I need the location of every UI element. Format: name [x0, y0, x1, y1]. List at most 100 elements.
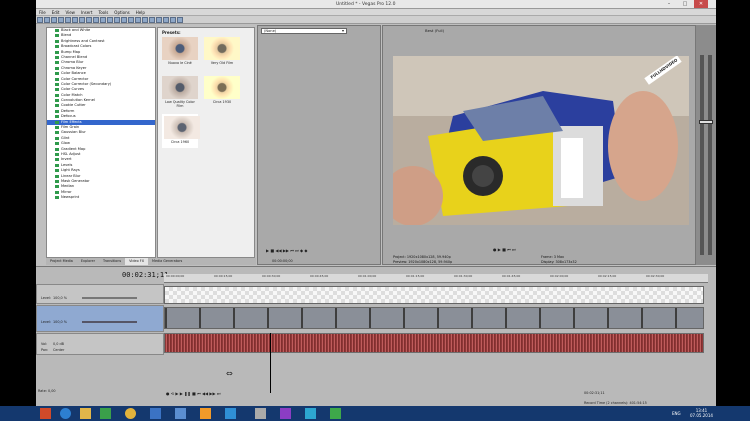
word-icon[interactable]	[150, 408, 161, 419]
redo-icon[interactable]	[107, 17, 113, 23]
vegas-icon[interactable]	[330, 408, 341, 419]
start-icon[interactable]	[40, 408, 51, 419]
ruler-tick-label: 00:01:00;00	[358, 274, 377, 278]
eye-thumbnail-image	[204, 76, 240, 99]
ignore-grouping-icon[interactable]	[135, 17, 141, 23]
render-icon[interactable]	[65, 17, 71, 23]
save-icon[interactable]	[51, 17, 57, 23]
audio-waveform-lane[interactable]	[164, 333, 704, 353]
app-icon[interactable]	[305, 408, 316, 419]
new-icon[interactable]	[37, 17, 43, 23]
video-fx-list[interactable]: Black and White Blend Brightness and Contr…	[46, 27, 156, 258]
whats-this-icon[interactable]	[177, 17, 183, 23]
skype-icon[interactable]	[225, 408, 236, 419]
trimmer-dropdown[interactable]: (None)	[261, 28, 347, 34]
open-icon[interactable]	[44, 17, 50, 23]
record-time: Record Time (2 channels): 401:54:15	[584, 401, 647, 405]
menu-edit[interactable]: Edit	[49, 9, 63, 16]
paste-icon[interactable]	[86, 17, 92, 23]
fx-presets-panel: Presets: Nuovo le Ciné Very Old Film Low…	[157, 27, 255, 258]
timeline-ruler[interactable]: 00:00:00;00 00:00:15;00 00:00:30;00 00:00:4…	[164, 274, 708, 283]
auto-ripple-icon[interactable]	[121, 17, 127, 23]
video-track-lane-2[interactable]	[164, 307, 704, 329]
meter-bar-left	[700, 55, 704, 255]
maximize-button[interactable]: □	[678, 0, 692, 8]
ie-icon[interactable]	[60, 408, 71, 419]
track-level-value: 100,0 %	[53, 320, 68, 324]
audio-track-header[interactable]: Vol: 0,0 dB Pan: Center	[36, 333, 164, 355]
level-slider[interactable]	[82, 321, 137, 323]
close-button[interactable]: ✕	[694, 0, 708, 8]
ruler-tick-label: 00:00:30;00	[262, 274, 281, 278]
preset-thumb[interactable]: Circa 1960	[162, 114, 200, 148]
cut-icon[interactable]	[72, 17, 78, 23]
tab-media-generators[interactable]: Media Generators	[148, 258, 186, 265]
chevron-down-icon[interactable]: ▾	[342, 28, 344, 33]
tab-explorer[interactable]: Explorer	[77, 258, 99, 265]
video-track-lane-1[interactable]	[164, 286, 704, 304]
preset-thumb[interactable]: Nuovo le Ciné	[162, 37, 198, 67]
copy-icon[interactable]	[79, 17, 85, 23]
menu-tools[interactable]: Tools	[95, 9, 111, 16]
minimize-button[interactable]: –	[662, 0, 676, 8]
snap-icon[interactable]	[114, 17, 120, 23]
tab-project-media[interactable]: Project Media	[46, 258, 77, 265]
trimmer-panel: (None) ▾ ▶ ■ ◀◀ ▶▶ ⏮ ⏭ ◆ ◆ 00:00:00;00	[257, 25, 381, 265]
zoom-tool-icon[interactable]	[163, 17, 169, 23]
normal-edit-tool-icon[interactable]	[142, 17, 148, 23]
ruler-tick-label: 00:02:15;00	[598, 274, 617, 278]
app-icon[interactable]	[200, 408, 211, 419]
level-slider[interactable]	[82, 297, 137, 299]
pan-value: Center	[53, 348, 65, 352]
menu-bar: File Edit View Insert Tools Options Help	[36, 9, 716, 16]
video-track-header-2[interactable]: Level: 100,0 %	[36, 305, 164, 332]
folder-icon[interactable]	[80, 408, 91, 419]
tab-video-fx[interactable]: Video FX	[125, 258, 149, 265]
language-indicator[interactable]: ENG	[672, 411, 681, 416]
vol-value: 0,0 dB	[53, 342, 64, 346]
app-icon[interactable]	[175, 408, 186, 419]
tab-transitions[interactable]: Transitions	[99, 258, 125, 265]
preset-thumb[interactable]: Circa 1930	[204, 76, 240, 106]
video-preview-panel: Best (Full) FULLHDVIDEO ● ▶ ■ ⏮ ⏭ Projec…	[382, 25, 696, 265]
preset-thumb[interactable]: Low Quality Color Film	[162, 76, 198, 108]
menu-help[interactable]: Help	[133, 9, 148, 16]
video-frame: FULLHDVIDEO	[393, 56, 689, 225]
eye-thumbnail-image	[162, 76, 198, 99]
system-clock[interactable]: 13:41 07.05.2014	[690, 408, 713, 418]
app-icon[interactable]	[100, 408, 111, 419]
pan-label: Pan:	[41, 348, 49, 352]
menu-options[interactable]: Options	[111, 9, 132, 16]
chrome-icon[interactable]	[125, 408, 136, 419]
delete-icon[interactable]	[93, 17, 99, 23]
meter-bar-right	[708, 55, 712, 255]
selection-tool-icon[interactable]	[156, 17, 162, 23]
track-level-value: 100,0 %	[53, 296, 68, 300]
undo-icon[interactable]	[100, 17, 106, 23]
video-track-header-1[interactable]: Level: 100,0 %	[36, 284, 164, 304]
app-icon[interactable]	[255, 408, 266, 419]
preview-quality[interactable]: Best (Full)	[425, 28, 444, 33]
left-panel-tabs: Project Media Explorer Transitions Video FX…	[46, 258, 256, 265]
ruler-tick-label: 00:00:15;00	[214, 274, 233, 278]
play-icon[interactable]: ▶ ■ ◀◀ ▶▶ ⏮ ⏭ ◆ ◆	[266, 248, 307, 253]
fx-list-item[interactable]: Newsprint	[47, 195, 155, 200]
help-icon[interactable]	[170, 17, 176, 23]
preset-label: Circa 1930	[212, 100, 232, 104]
presets-heading: Presets:	[162, 30, 181, 35]
menu-view[interactable]: View	[62, 9, 78, 16]
transport-icon[interactable]: ● ⟲ ▶ ▶ ❚❚ ■ ⏮ ◀◀ ▶▶ ⏭	[166, 391, 220, 396]
preview-controls-icon[interactable]: ● ▶ ■ ⏮ ⏭	[493, 247, 516, 252]
eye-thumbnail-image	[162, 37, 198, 60]
properties-icon[interactable]	[58, 17, 64, 23]
rate-label: Rate: 0,00	[38, 389, 56, 393]
menu-file[interactable]: File	[36, 9, 49, 16]
lock-envelopes-icon[interactable]	[128, 17, 134, 23]
master-fader[interactable]	[699, 120, 713, 124]
master-bus-meter[interactable]	[696, 25, 716, 265]
app-icon[interactable]	[280, 408, 291, 419]
envelope-tool-icon[interactable]	[149, 17, 155, 23]
menu-insert[interactable]: Insert	[78, 9, 95, 16]
track-level-label: Level:	[41, 296, 52, 300]
preset-thumb[interactable]: Very Old Film	[204, 37, 240, 67]
